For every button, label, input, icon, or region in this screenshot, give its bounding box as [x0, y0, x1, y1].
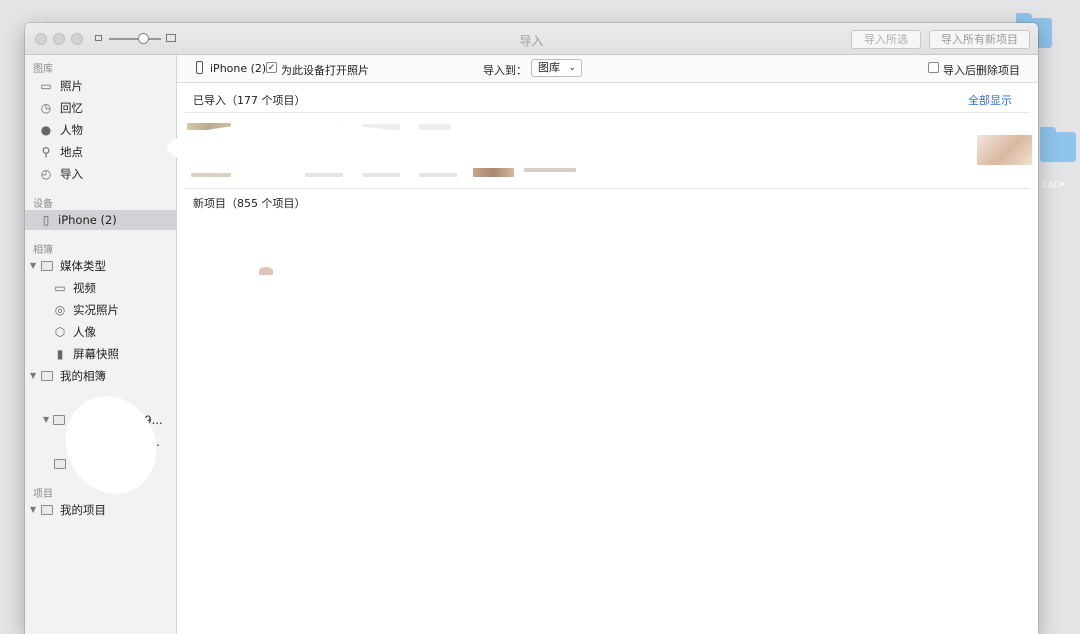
- sidebar-item-iphone[interactable]: ▯ iPhone (2): [25, 210, 176, 230]
- disclosure-triangle-icon[interactable]: ▼: [30, 500, 36, 520]
- import-main-pane: iPhone (2) ✓ 为此设备打开照片 导入到： 图库 ⌄ 导入后删除项目 …: [167, 55, 1038, 634]
- library-section-header: 图库: [33, 64, 53, 75]
- import-destination-select[interactable]: 图库 ⌄: [531, 59, 582, 77]
- iphone-icon: ▯: [42, 213, 50, 227]
- title-bar: 导入 导入所选 导入所有新项目: [25, 23, 1038, 55]
- photos-icon: ▭: [40, 79, 52, 93]
- sidebar-item-label: 导入: [60, 167, 83, 181]
- sidebar-item-label: 我的相簿: [60, 369, 106, 383]
- sidebar-item-label: 人物: [60, 123, 83, 137]
- import-to-label: 导入到：: [483, 64, 527, 77]
- new-items-section-title: 新项目（855 个项目）: [193, 197, 306, 210]
- photo-thumbnail[interactable]: [419, 173, 457, 177]
- sidebar-item-screenshots[interactable]: ▮ 屏幕快照: [25, 344, 176, 364]
- section-divider: [185, 188, 1030, 189]
- photo-thumbnail[interactable]: [524, 168, 576, 172]
- desktop-folder-label: cx/>: [1042, 179, 1066, 190]
- sidebar-item-label: 视频: [73, 281, 96, 295]
- sidebar-item-memories[interactable]: ◷ 回忆: [25, 98, 176, 118]
- sidebar-item-label: 实况照片: [73, 303, 119, 317]
- sidebar-item-imports[interactable]: ◴ 导入: [25, 164, 176, 184]
- album-icon: [53, 457, 67, 471]
- photo-thumbnail[interactable]: [419, 124, 451, 130]
- album-folder-icon: [40, 369, 54, 383]
- sidebar-item-photos[interactable]: ▭ 照片: [25, 76, 176, 96]
- imported-section-title: 已导入（177 个项目）: [193, 94, 306, 107]
- delete-after-import-checkbox[interactable]: [928, 62, 939, 73]
- projects-section-header: 项目: [33, 489, 53, 500]
- iphone-icon: [196, 61, 203, 74]
- photo-thumbnail[interactable]: [362, 173, 400, 177]
- import-window: 导入 导入所选 导入所有新项目 图库 ▭ 照片 ◷ 回忆 ● 人物 ⚲ 地点 ◴…: [25, 23, 1038, 634]
- sidebar-item-people[interactable]: ● 人物: [25, 120, 176, 140]
- sidebar-item-my-albums[interactable]: ▼ 我的相簿: [25, 366, 176, 386]
- device-name-label: iPhone (2): [210, 62, 267, 75]
- device-toolbar: iPhone (2) ✓ 为此设备打开照片 导入到： 图库 ⌄ 导入后删除项目: [177, 55, 1038, 83]
- disclosure-triangle-icon[interactable]: ▼: [43, 410, 49, 430]
- sidebar-item-places[interactable]: ⚲ 地点: [25, 142, 176, 162]
- people-icon: ●: [40, 123, 52, 137]
- sidebar-item-my-projects[interactable]: ▼ 我的项目: [25, 500, 176, 520]
- sidebar-item-label: 照片: [60, 79, 83, 93]
- devices-section-header: 设备: [33, 199, 53, 210]
- section-divider: [185, 112, 1030, 113]
- import-all-new-button[interactable]: 导入所有新项目: [929, 30, 1030, 49]
- places-icon: ⚲: [41, 145, 51, 159]
- album-folder-icon: [40, 259, 54, 273]
- open-photos-label: 为此设备打开照片: [281, 64, 369, 77]
- disclosure-triangle-icon[interactable]: ▼: [30, 366, 36, 386]
- albums-section-header: 相簿: [33, 245, 53, 256]
- sidebar-item-label: 屏幕快照: [73, 347, 119, 361]
- show-all-link[interactable]: 全部显示: [968, 92, 1012, 108]
- photo-thumbnail[interactable]: [473, 168, 514, 177]
- live-photo-icon: ◎: [54, 303, 66, 317]
- video-icon: ▭: [54, 281, 66, 295]
- portrait-icon: ⬡: [54, 325, 66, 339]
- sidebar-item-live-photos[interactable]: ◎ 实况照片: [25, 300, 176, 320]
- memories-icon: ◷: [40, 101, 52, 115]
- redaction-smudge: [48, 380, 174, 510]
- photo-thumbnail[interactable]: [977, 135, 1032, 165]
- sidebar-item-videos[interactable]: ▭ 视频: [25, 278, 176, 298]
- disclosure-triangle-icon[interactable]: ▼: [30, 256, 36, 276]
- sidebar-item-media-types[interactable]: ▼ 媒体类型: [25, 256, 176, 276]
- sidebar-item-portrait[interactable]: ⬡ 人像: [25, 322, 176, 342]
- sidebar-item-label: 地点: [60, 145, 83, 159]
- sidebar-item-label: 回忆: [60, 101, 83, 115]
- sidebar-item-label: 媒体类型: [60, 259, 106, 273]
- sidebar-item-label: iPhone (2): [58, 213, 117, 227]
- desktop-folder-icon[interactable]: [1040, 127, 1076, 162]
- photo-thumbnail[interactable]: [259, 267, 273, 275]
- folder-icon: [52, 413, 66, 427]
- delete-after-import-label: 导入后删除项目: [943, 64, 1020, 77]
- sidebar-item-label: 我的项目: [60, 503, 106, 517]
- sidebar: 图库 ▭ 照片 ◷ 回忆 ● 人物 ⚲ 地点 ◴ 导入 设备 ▯ iPhone …: [25, 55, 177, 634]
- chevron-down-icon: ⌄: [568, 63, 576, 73]
- import-destination-value: 图库: [538, 61, 560, 74]
- photo-thumbnail[interactable]: [191, 173, 231, 177]
- open-photos-checkbox[interactable]: ✓: [266, 62, 277, 73]
- redaction-smudge: [167, 123, 427, 173]
- photo-thumbnail[interactable]: [305, 173, 343, 177]
- clock-icon: ◴: [40, 167, 52, 181]
- sidebar-item-label: 人像: [73, 325, 96, 339]
- import-selected-button[interactable]: 导入所选: [851, 30, 921, 49]
- project-folder-icon: [40, 503, 54, 517]
- screenshot-icon: ▮: [56, 347, 64, 361]
